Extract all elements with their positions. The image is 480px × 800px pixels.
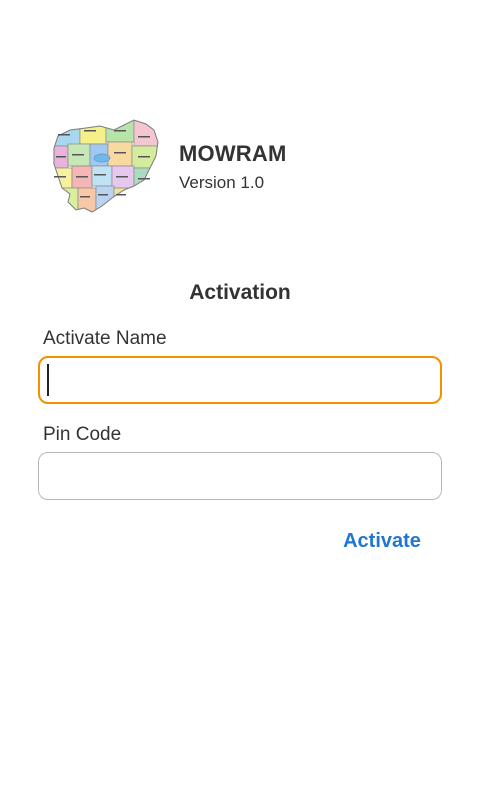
app-version: Version 1.0 — [179, 173, 265, 192]
pin-code-label: Pin Code — [43, 424, 122, 445]
activate-name-input[interactable] — [38, 356, 442, 404]
activate-button[interactable]: Activate — [334, 524, 430, 558]
form-title: Activation — [189, 281, 291, 304]
app-header: MOWRAM Version 1.0 — [48, 118, 448, 214]
pin-code-input[interactable] — [38, 452, 442, 500]
activate-name-label: Activate Name — [43, 328, 167, 349]
app-name: MOWRAM — [179, 141, 287, 166]
cambodia-province-map-icon — [53, 119, 159, 213]
text-cursor — [47, 364, 49, 396]
